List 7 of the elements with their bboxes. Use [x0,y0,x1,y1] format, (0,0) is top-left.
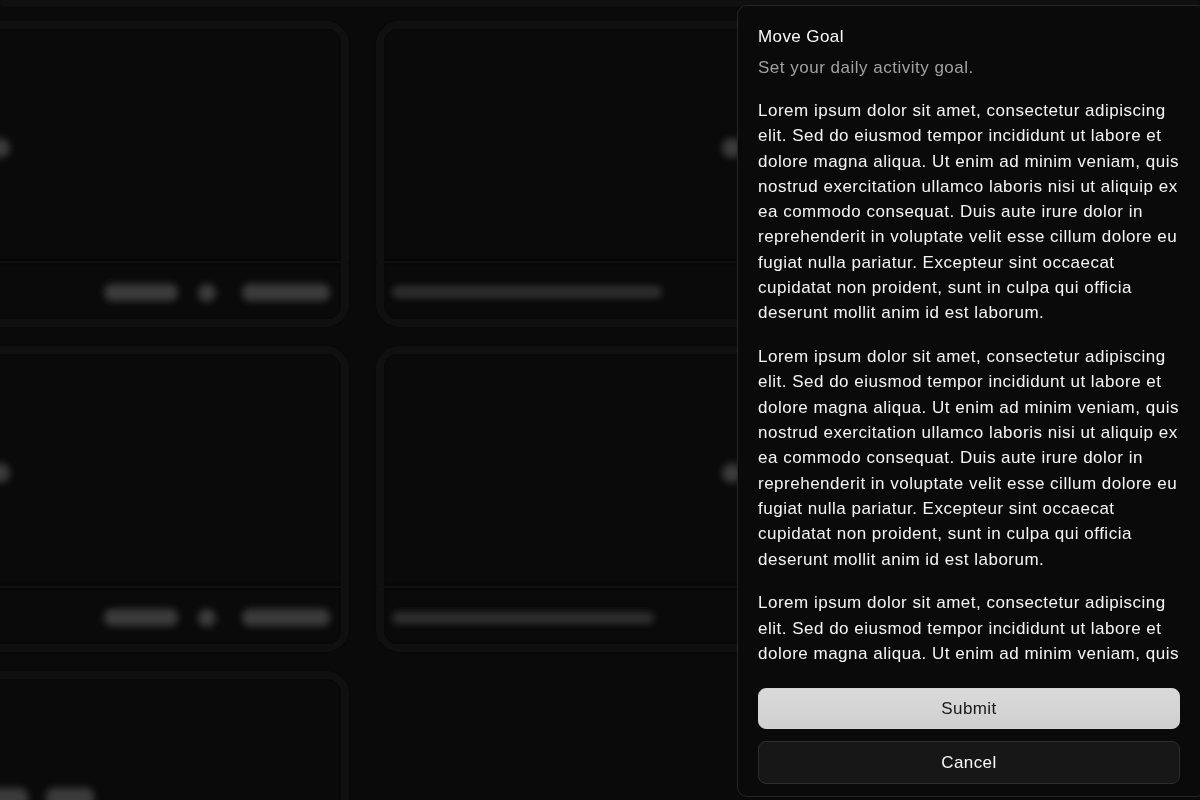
body-paragraph: Lorem ipsum dolor sit amet, consectetur adipiscing elit. Sed do eiusmod tempor incididunt ut labore et dolore magna aliqua. Ut enim ad minim veniam, quis [758,592,1180,665]
body-paragraph: Lorem ipsum dolor sit amet, consectetur adipiscing elit. Sed do eiusmod tempor incididunt ut labore et dolore magna aliqua. Ut enim ad minim veniam, quis nostrud exercitation ullamco laboris nisi ut aliquip ex ea commodo consequat. Duis aute irure dolor in reprehenderit in voluptate velit esse cillum dolore eu fugiat nulla pariatur. Excepteur sint occaecat cupidatat non proident, sunt in culpa qui officia deserunt mollit anim id est laborum. [758,100,1180,325]
submit-button[interactable]: Submit [758,688,1180,729]
sheet-description: Set your daily activity goal. [758,57,974,79]
body-paragraph: Lorem ipsum dolor sit amet, consectetur adipiscing elit. Sed do eiusmod tempor incididunt ut labore et dolore magna aliqua. Ut enim ad minim veniam, quis nostrud exercitation ullamco laboris nisi ut aliquip ex ea commodo consequat. Duis aute irure dolor in reprehenderit in voluptate velit esse cillum dolore eu fugiat nulla pariatur. Excepteur sint occaecat cupidatat non proident, sunt in culpa qui officia deserunt mollit anim id est laborum. [758,346,1180,571]
cancel-button[interactable]: Cancel [758,741,1180,784]
sheet-title: Move Goal [758,26,844,48]
